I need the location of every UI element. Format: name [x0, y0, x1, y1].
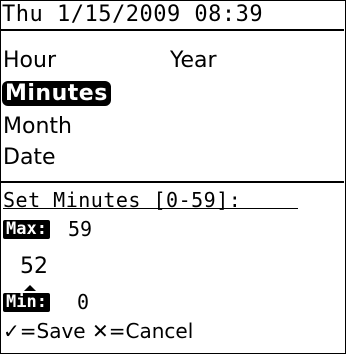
menu-item-month[interactable]: Month	[3, 113, 72, 141]
menu-item-year[interactable]: Year	[170, 47, 217, 75]
prompt-underline	[3, 208, 298, 209]
save-key[interactable]: ✓=Save	[3, 319, 86, 343]
datetime-header: Thu 1/15/2009 08:39	[2, 2, 264, 27]
footer-hints: ✓=Save ✕=Cancel	[3, 318, 193, 344]
menu-item-minutes[interactable]: Minutes	[2, 80, 111, 108]
current-minutes-value[interactable]: 52	[20, 254, 48, 280]
checkmark-icon: ✓	[3, 319, 20, 343]
cancel-label: =Cancel	[108, 319, 194, 343]
max-badge: Max:	[3, 220, 50, 239]
cancel-key[interactable]: ✕=Cancel	[92, 319, 193, 343]
menu-item-hour[interactable]: Hour	[3, 47, 56, 75]
menu-item-date[interactable]: Date	[3, 144, 56, 172]
min-value: 0	[77, 290, 90, 314]
cross-icon: ✕	[91, 319, 109, 343]
cursor-caret-icon	[24, 285, 36, 291]
header-divider	[0, 29, 344, 31]
section-divider	[0, 181, 344, 183]
save-label: =Save	[19, 319, 86, 343]
menu-item-minutes-label: Minutes	[2, 81, 111, 106]
max-value: 59	[68, 217, 93, 241]
min-badge: Min:	[3, 293, 50, 312]
